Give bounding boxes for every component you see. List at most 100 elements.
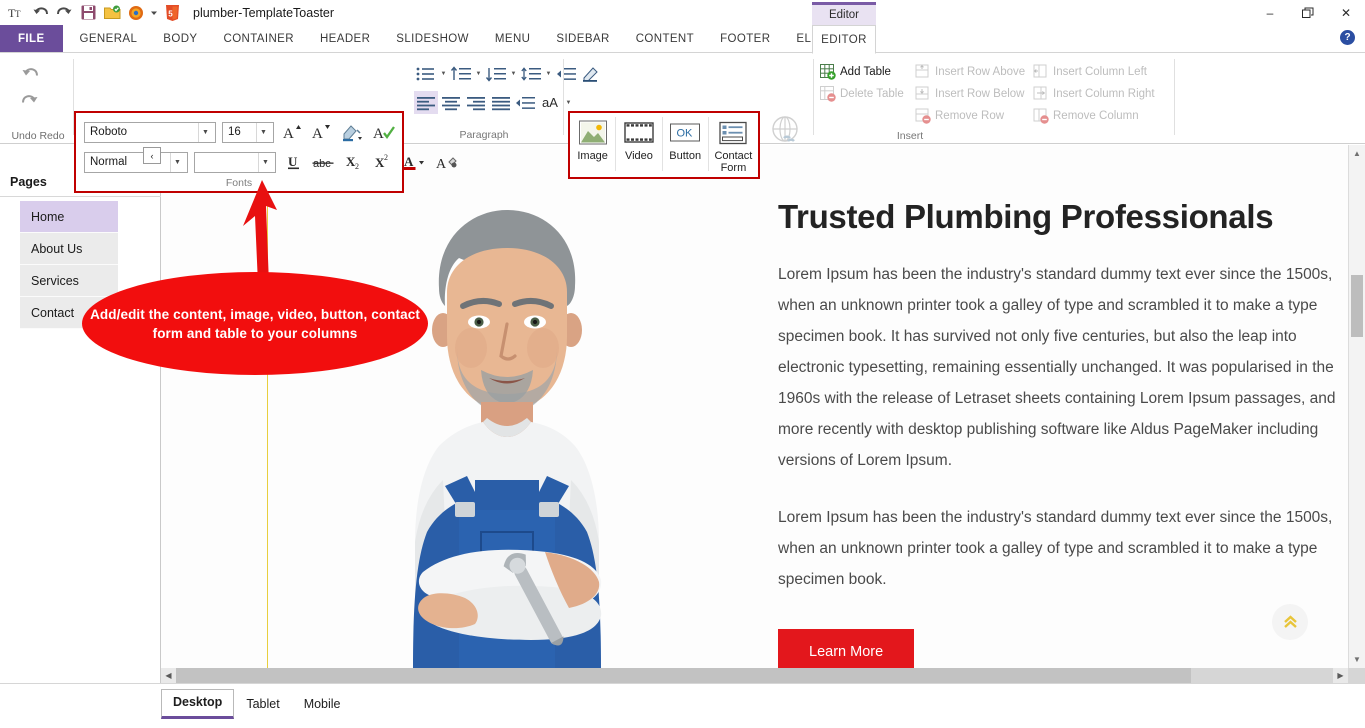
ribbon-tab-container[interactable]: CONTAINER (210, 25, 306, 52)
page-item-services[interactable]: Services (20, 265, 118, 297)
canvas-vertical-scrollbar[interactable]: ▲ ▼ (1348, 145, 1365, 668)
undo-icon[interactable] (29, 2, 51, 23)
canvas-page: Trusted Plumbing Professionals Lorem Ips… (161, 145, 1348, 668)
ribbon-tab-general[interactable]: GENERAL (67, 25, 151, 52)
underline-button[interactable]: U (282, 151, 305, 173)
paragraph-style-select[interactable]: Normal ▼ (84, 152, 188, 173)
dropdown-arrow-icon[interactable] (149, 2, 159, 23)
chevron-down-icon[interactable]: ▼ (474, 71, 483, 77)
horizontal-scroll-thumb[interactable] (176, 668, 1191, 683)
vertical-scroll-thumb[interactable] (1351, 275, 1363, 337)
redo-icon[interactable] (53, 2, 75, 23)
hero-text-block[interactable]: Trusted Plumbing Professionals Lorem Ips… (778, 195, 1353, 675)
svg-text:U: U (288, 154, 298, 169)
highlight-pen-button[interactable] (579, 62, 603, 85)
html5-export-icon[interactable]: 5 (161, 2, 183, 23)
redo-button[interactable] (18, 89, 42, 113)
hero-image[interactable] (331, 180, 681, 668)
insert-contact-form-label: Contact Form (709, 150, 758, 174)
maximize-button[interactable] (1289, 0, 1327, 25)
align-right-button[interactable] (464, 91, 488, 114)
chevron-down-icon: ▼ (256, 123, 270, 142)
bullet-list-button[interactable] (414, 62, 438, 85)
device-tab-mobile[interactable]: Mobile (292, 691, 353, 719)
chevron-down-icon[interactable]: ▼ (544, 71, 553, 77)
ribbon-tab-file[interactable]: FILE (0, 25, 63, 52)
clear-formatting-button[interactable]: A (372, 121, 395, 143)
scroll-left-arrow-icon[interactable]: ◀ (161, 668, 176, 683)
minimize-button[interactable]: – (1251, 0, 1289, 25)
text-case-button[interactable]: aA (537, 91, 563, 114)
ribbon-tab-header[interactable]: HEADER (307, 25, 383, 52)
subscript-button[interactable]: X2 (343, 151, 366, 173)
hero-paragraph-2[interactable]: Lorem Ipsum has been the industry's stan… (778, 502, 1353, 595)
scroll-down-arrow-icon[interactable]: ▼ (1349, 651, 1365, 668)
insert-button-button[interactable]: OK Button (663, 113, 708, 175)
indent-button[interactable] (554, 62, 578, 85)
window-controls: – ✕ (1251, 0, 1365, 25)
hero-paragraph-1[interactable]: Lorem Ipsum has been the industry's stan… (778, 259, 1353, 476)
chevron-down-icon[interactable]: ▼ (564, 100, 573, 106)
ribbon-group-insert-media: Image Video OK Button Contact Form (568, 111, 760, 179)
undo-button[interactable] (18, 62, 42, 86)
strikethrough-button[interactable]: abc (311, 151, 337, 173)
scroll-right-arrow-icon[interactable]: ▶ (1333, 668, 1348, 683)
export-folder-icon[interactable] (101, 2, 123, 23)
device-tab-desktop[interactable]: Desktop (161, 689, 234, 719)
line-spacing-increase-button[interactable] (449, 62, 473, 85)
line-spacing-decrease-button[interactable] (484, 62, 508, 85)
chevron-down-icon[interactable]: ▼ (439, 71, 448, 77)
format-painter-button[interactable]: A (435, 151, 458, 173)
back-to-top-button[interactable] (1272, 604, 1308, 640)
decrease-indent-button[interactable] (514, 91, 536, 114)
canvas-horizontal-scrollbar[interactable]: ◀ ▶ (161, 668, 1365, 683)
superscript-button[interactable]: X2 (372, 151, 395, 173)
page-item-home[interactable]: Home (20, 201, 118, 233)
save-icon[interactable] (77, 2, 99, 23)
shrink-font-button[interactable]: A (309, 121, 332, 143)
insert-image-label: Image (577, 150, 608, 162)
delete-table-label: Delete Table (840, 88, 904, 100)
align-center-button[interactable] (439, 91, 463, 114)
pages-title: Pages (10, 175, 47, 189)
align-justify-button[interactable] (489, 91, 513, 114)
font-size-select[interactable]: 16 ▼ (222, 122, 274, 143)
undo-redo-group-label: Undo Redo (2, 130, 74, 142)
firefox-preview-icon[interactable] (125, 2, 147, 23)
ribbon-tab-sidebar[interactable]: SIDEBAR (543, 25, 622, 52)
ribbon-group-paragraph: ▼ ▼ ▼ ▼ (408, 53, 560, 144)
line-spacing-button[interactable] (519, 62, 543, 85)
ribbon-tab-editor[interactable]: EDITOR (812, 25, 876, 54)
svg-text:2: 2 (355, 162, 359, 171)
align-left-button[interactable] (414, 91, 438, 114)
ribbon-tab-body[interactable]: BODY (150, 25, 210, 52)
remove-column-button: Remove Column (1033, 106, 1139, 126)
ribbon-tab-content[interactable]: CONTENT (623, 25, 707, 52)
device-tab-tablet[interactable]: Tablet (234, 691, 291, 719)
image-icon (577, 116, 609, 150)
page-item-contact[interactable]: Contact (20, 297, 118, 329)
ribbon-tab-menu[interactable]: MENU (482, 25, 543, 52)
scroll-up-arrow-icon[interactable]: ▲ (1349, 145, 1365, 162)
help-icon[interactable]: ? (1340, 30, 1355, 45)
grow-font-button[interactable]: A (280, 121, 303, 143)
design-canvas[interactable]: Trusted Plumbing Professionals Lorem Ips… (161, 145, 1365, 683)
add-table-button[interactable]: Add Table (820, 62, 891, 82)
chevron-down-icon[interactable]: ▼ (509, 71, 518, 77)
text-highlight-color-button[interactable] (338, 121, 366, 143)
font-color-button[interactable]: A (401, 151, 429, 173)
font-variant-select[interactable]: ▼ (194, 152, 276, 173)
chevron-down-icon: ▼ (170, 153, 184, 172)
text-tool-icon[interactable]: TT (5, 2, 27, 23)
insert-image-button[interactable]: Image (570, 113, 615, 175)
page-title[interactable]: Trusted Plumbing Professionals (778, 195, 1353, 239)
ribbon-tab-footer[interactable]: FOOTER (707, 25, 783, 52)
ribbon-tab-strip: FILE GENERAL BODY CONTAINER HEADER SLIDE… (0, 25, 1365, 53)
ribbon-tab-slideshow[interactable]: SLIDESHOW (383, 25, 482, 52)
insert-video-button[interactable]: Video (616, 113, 661, 175)
collapse-panel-button[interactable]: ‹ (143, 147, 161, 164)
insert-contact-form-button[interactable]: Contact Form (709, 113, 758, 175)
page-item-about-us[interactable]: About Us (20, 233, 118, 265)
close-button[interactable]: ✕ (1327, 0, 1365, 25)
font-family-select[interactable]: Roboto ▼ (84, 122, 216, 143)
